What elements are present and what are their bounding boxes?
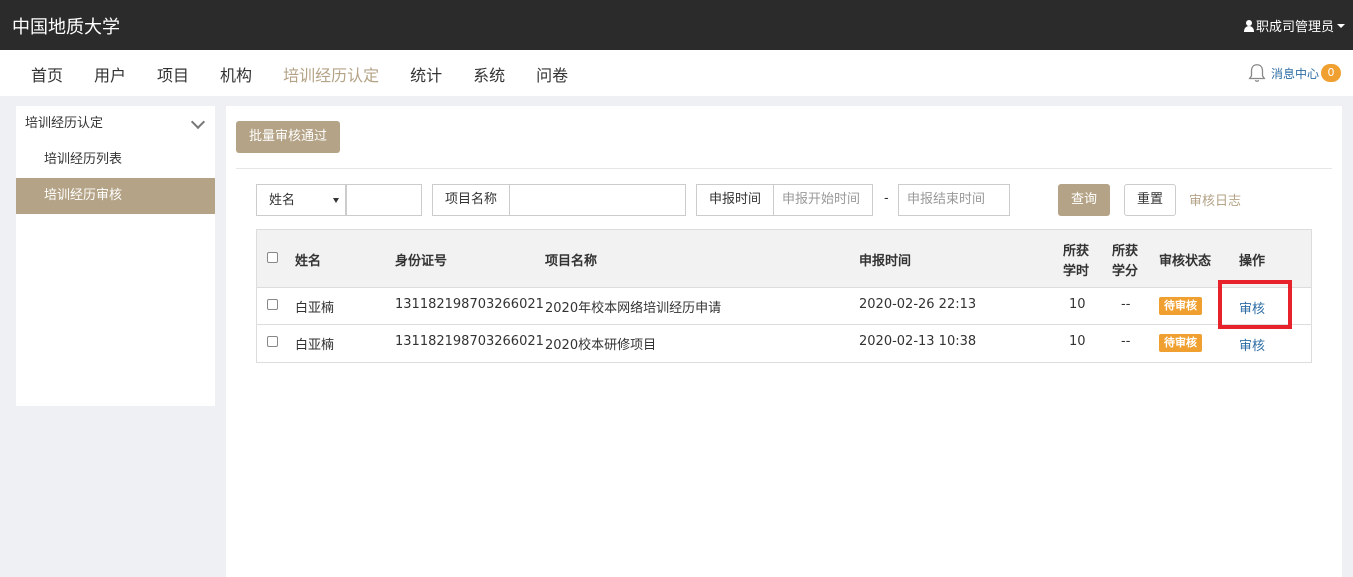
sidebar: 培训经历认定 培训经历列表 培训经历审核 xyxy=(16,106,215,406)
table-header: 姓名 身份证号 项目名称 申报时间 所获 学时 所获 学分 审核状态 操作 xyxy=(257,230,1311,288)
sidebar-section-title: 培训经历认定 xyxy=(25,116,104,131)
sidebar-item-training-list[interactable]: 培训经历列表 xyxy=(16,142,215,178)
col-operation: 操作 xyxy=(1239,254,1266,269)
col-name: 姓名 xyxy=(295,254,322,269)
nav-item-system[interactable]: 系统 xyxy=(473,62,505,86)
date-label: 申报时间 xyxy=(696,184,774,216)
query-button[interactable]: 查询 xyxy=(1058,184,1110,216)
date-range-separator: - xyxy=(884,191,889,206)
row-apply-time: 2020-02-13 10:38 xyxy=(859,334,977,349)
row-apply-time: 2020-02-26 22:13 xyxy=(859,297,977,312)
user-name: 职成司管理员 xyxy=(1255,20,1334,35)
message-center-label: 消息中心 xyxy=(1270,66,1319,81)
nav-list: 首页 用户 项目 机构 培训经历认定 统计 系统 问卷 xyxy=(31,62,599,86)
nav-item-projects[interactable]: 项目 xyxy=(157,62,189,86)
col-apply-time: 申报时间 xyxy=(859,254,912,269)
nav-item-users[interactable]: 用户 xyxy=(94,62,126,86)
main-nav: 首页 用户 项目 机构 培训经历认定 统计 系统 问卷 消息中心 0 xyxy=(0,50,1353,96)
row-id-number: 131182198703266021 xyxy=(395,297,544,312)
review-log-link[interactable]: 审核日志 xyxy=(1189,190,1241,209)
row-checkbox[interactable] xyxy=(267,299,278,310)
search-field-select[interactable]: 姓名 xyxy=(256,184,346,216)
col-hours-line2: 学时 xyxy=(1063,264,1090,279)
row-checkbox[interactable] xyxy=(267,336,278,347)
status-badge: 待审核 xyxy=(1159,297,1202,315)
brand-title: 中国地质大学 xyxy=(12,17,120,38)
row-project-name: 2020年校本网络培训经历申请 xyxy=(545,301,722,316)
reset-button[interactable]: 重置 xyxy=(1124,184,1176,216)
nav-item-training-certification[interactable]: 培训经历认定 xyxy=(283,62,379,86)
col-id-number: 身份证号 xyxy=(395,254,448,269)
row-id-number: 131182198703266021 xyxy=(395,334,544,349)
col-credit-line2: 学分 xyxy=(1112,264,1139,279)
col-hours-line1: 所获 xyxy=(1063,244,1090,259)
row-hours: 10 xyxy=(1069,334,1086,349)
sidebar-section-header[interactable]: 培训经历认定 xyxy=(16,106,215,142)
row-name: 白亚楠 xyxy=(295,338,335,353)
bell-icon xyxy=(1248,64,1266,82)
col-review-status: 审核状态 xyxy=(1159,254,1212,269)
highlight-box xyxy=(1218,280,1292,329)
caret-down-icon xyxy=(1337,23,1345,28)
main-panel: 批量审核通过 姓名 项目名称 申报时间 申报开始时间 - 申报结束时间 查询 重… xyxy=(226,106,1342,577)
end-date-input[interactable]: 申报结束时间 xyxy=(898,184,1010,216)
row-hours: 10 xyxy=(1069,297,1086,312)
row-credit: -- xyxy=(1121,297,1131,312)
search-field-select-value: 姓名 xyxy=(269,193,296,208)
select-all-checkbox[interactable] xyxy=(267,252,278,263)
sidebar-item-training-review[interactable]: 培训经历审核 xyxy=(16,178,215,214)
project-name-input[interactable] xyxy=(509,184,686,216)
divider xyxy=(236,168,1332,169)
table-row: 白亚楠 131182198703266021 2020校本研修项目 2020-0… xyxy=(257,325,1311,362)
status-badge: 待审核 xyxy=(1159,334,1202,352)
review-link[interactable]: 审核 xyxy=(1239,335,1265,354)
user-icon xyxy=(1243,19,1254,32)
col-credit-line1: 所获 xyxy=(1112,244,1139,259)
start-date-input[interactable]: 申报开始时间 xyxy=(773,184,873,216)
batch-approve-button[interactable]: 批量审核通过 xyxy=(236,121,340,153)
chevron-down-icon xyxy=(190,114,206,130)
col-project-name: 项目名称 xyxy=(545,254,598,269)
row-credit: -- xyxy=(1121,334,1131,349)
review-table: 姓名 身份证号 项目名称 申报时间 所获 学时 所获 学分 审核状态 操作 白亚… xyxy=(256,229,1312,363)
row-project-name: 2020校本研修项目 xyxy=(545,338,657,353)
top-bar: 中国地质大学 职成司管理员 xyxy=(0,0,1353,50)
name-search-input[interactable] xyxy=(346,184,422,216)
dropdown-arrow-icon xyxy=(333,198,339,203)
nav-item-statistics[interactable]: 统计 xyxy=(410,62,442,86)
user-menu[interactable]: 职成司管理员 xyxy=(1243,16,1345,35)
nav-item-questionnaire[interactable]: 问卷 xyxy=(536,62,568,86)
project-name-label: 项目名称 xyxy=(432,184,510,216)
row-name: 白亚楠 xyxy=(295,301,335,316)
nav-item-home[interactable]: 首页 xyxy=(31,62,63,86)
message-count-badge: 0 xyxy=(1321,64,1341,82)
nav-item-institutions[interactable]: 机构 xyxy=(220,62,252,86)
message-center[interactable]: 消息中心 0 xyxy=(1246,62,1341,84)
table-row: 白亚楠 131182198703266021 2020年校本网络培训经历申请 2… xyxy=(257,288,1311,325)
